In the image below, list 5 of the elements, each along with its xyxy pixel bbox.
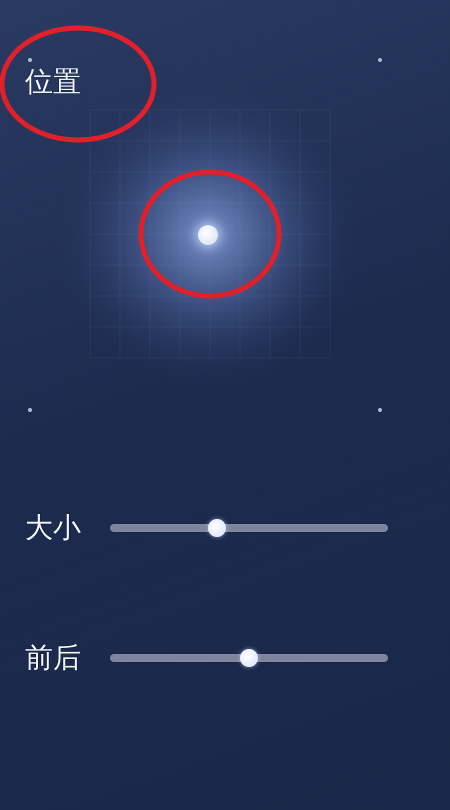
slider-label: 大小 [25,510,82,546]
position-label: 位置 [25,64,81,100]
slider-thumb[interactable] [208,519,226,537]
slider-thumb[interactable] [240,649,258,667]
slider-label: 前后 [25,640,82,676]
